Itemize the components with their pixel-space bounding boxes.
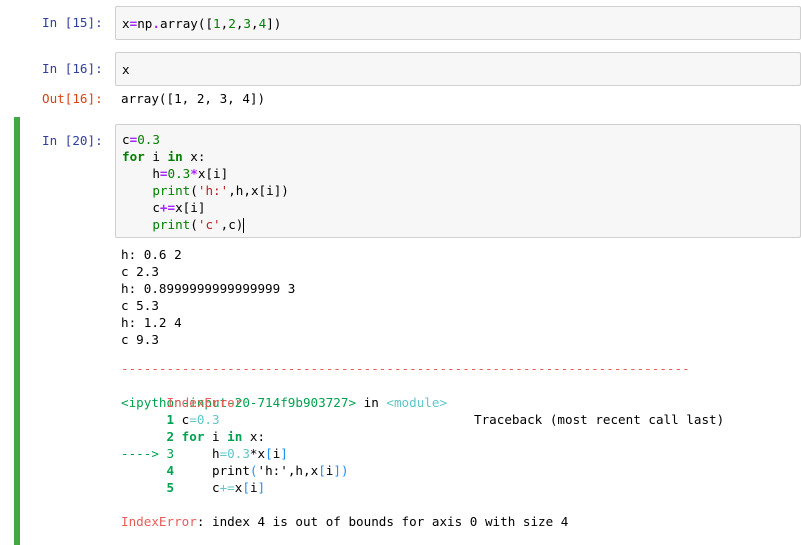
stdout-line: c 2.3 [121, 264, 159, 279]
module-name: <module> [386, 395, 448, 410]
traceback-output: ----------------------------------------… [121, 360, 781, 530]
error-name: IndexError [166, 395, 243, 410]
code-line: c=0.3 [122, 132, 160, 147]
code-input[interactable]: c=0.3 for i in x: h=0.3*x[i] print('h:',… [115, 124, 801, 238]
input-prompt: In [16]: [42, 61, 103, 76]
input-prompt: In [20]: [42, 133, 103, 148]
stdout-line: c 9.3 [121, 332, 159, 347]
code-input[interactable]: x=np.array([1,2,3,4]) [115, 6, 801, 40]
traceback-line: ----> 3 h=0.3*x[i] [121, 446, 288, 461]
code-line: c+=x[i] [122, 200, 206, 215]
stdout-line: c 5.3 [121, 298, 159, 313]
code-line: x=np.array([1,2,3,4]) [122, 16, 282, 31]
output-prompt: Out[16]: [42, 91, 103, 106]
line-marker: 5 [121, 480, 175, 495]
traceback-header: IndexError Traceback (most recent call l… [121, 377, 781, 427]
stdout-line: h: 1.2 4 [121, 315, 182, 330]
input-prompt: In [15]: [42, 15, 103, 30]
in-word: in [356, 395, 387, 410]
final-error-line: IndexError: index 4 is out of bounds for… [121, 513, 781, 530]
line-marker: ----> 3 [121, 446, 175, 461]
cell-15[interactable]: In [15]: x=np.array([1,2,3,4]) [0, 6, 801, 40]
text-cursor [243, 218, 245, 233]
code-line: h=0.3*x[i] [122, 166, 229, 181]
traceback-line: 2 for i in x: [121, 429, 266, 444]
traceback-separator: ----------------------------------------… [121, 361, 690, 376]
line-marker: 4 [121, 463, 175, 478]
traceback-line: 4 print('h:',h,x[i]) [121, 463, 349, 478]
code-input[interactable]: x [115, 52, 801, 86]
output-text: array([1, 2, 3, 4]) [121, 91, 266, 106]
cell-16[interactable]: In [16]: x Out[16]: array([1, 2, 3, 4]) [0, 52, 801, 112]
stdout-line: h: 0.6 2 [121, 247, 182, 262]
final-error-message: : index 4 is out of bounds for axis 0 wi… [196, 514, 569, 529]
traceback-header-right: Traceback (most recent call last) [474, 412, 725, 427]
code-line: print('h:',h,x[i]) [152, 183, 289, 198]
final-error-name: IndexError [121, 514, 197, 529]
traceback-line: 5 c+=x[i] [121, 480, 266, 495]
stdout-output: h: 0.6 2 c 2.3 h: 0.8999999999999999 3 c… [121, 246, 295, 348]
code-line: print('c',c) [152, 217, 245, 233]
code-line: x [122, 62, 130, 77]
cell-20[interactable]: In [20]: c=0.3 for i in x: h=0.3*x[i] pr… [0, 124, 801, 545]
stdout-line: h: 0.8999999999999999 3 [121, 281, 296, 296]
code-line: for i in x: [122, 149, 206, 164]
